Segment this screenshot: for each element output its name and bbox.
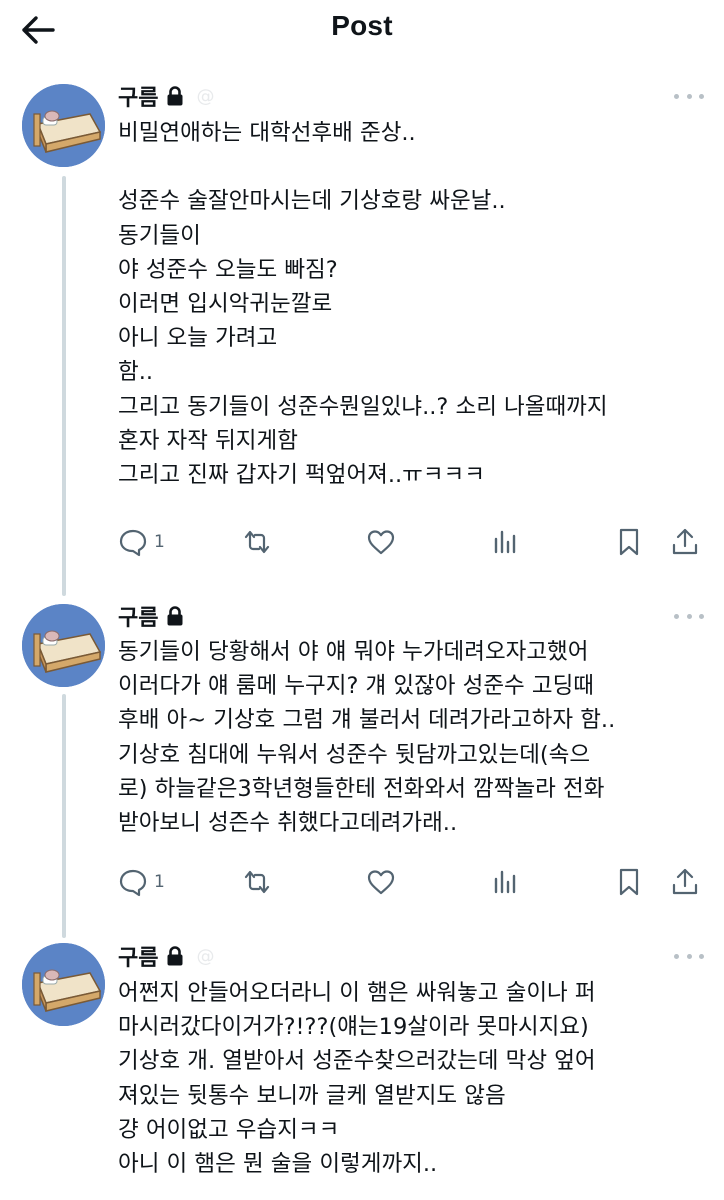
bookmark-button[interactable] <box>614 866 644 898</box>
reply-count: 1 <box>154 872 165 892</box>
bookmark-button[interactable] <box>614 526 644 558</box>
repost-icon <box>244 870 270 894</box>
bookmark-icon <box>619 868 639 896</box>
repost-icon <box>244 530 270 554</box>
bed-illustration <box>22 943 105 1026</box>
share-button[interactable] <box>670 526 700 558</box>
reply-icon <box>119 529 147 557</box>
views-icon <box>494 530 516 554</box>
share-icon <box>672 868 698 895</box>
lock-icon <box>167 86 183 106</box>
post-actions: 1 <box>118 866 708 898</box>
thread-line <box>62 694 66 938</box>
post-text: 동기들이 당황해서 야 얘 뭐야 누가데려오자고했어 이러다가 얘 룸메 누구지… <box>118 639 616 837</box>
views-icon <box>494 870 516 894</box>
like-icon <box>367 530 395 555</box>
like-button[interactable] <box>366 526 396 558</box>
post-meta: 구름 @ <box>118 940 214 972</box>
reply-button[interactable]: 1 <box>118 866 165 898</box>
author-handle[interactable]: @ <box>196 86 214 107</box>
thread-line <box>62 176 66 596</box>
avatar[interactable] <box>22 84 105 167</box>
avatar[interactable] <box>22 604 105 687</box>
reply-button[interactable]: 1 <box>118 526 165 558</box>
repost-button[interactable] <box>242 526 272 558</box>
like-icon <box>367 870 395 895</box>
post-meta: 구름 @ <box>118 80 214 112</box>
author-name[interactable]: 구름 <box>118 940 158 972</box>
bookmark-icon <box>619 528 639 556</box>
lock-icon <box>167 946 183 966</box>
author-name[interactable]: 구름 <box>118 600 158 632</box>
views-button[interactable] <box>490 866 520 898</box>
like-button[interactable] <box>366 866 396 898</box>
reply-count: 1 <box>154 532 165 552</box>
bed-illustration <box>22 84 105 167</box>
repost-button[interactable] <box>242 866 272 898</box>
post-text: 비밀연애하는 대학선후배 준상.. 성준수 술잘안마시는데 기상호랑 싸운날..… <box>118 120 608 489</box>
reply-icon <box>119 869 147 897</box>
share-icon <box>672 528 698 555</box>
top-bar: Post <box>0 0 724 60</box>
more-options-button[interactable] <box>674 86 704 106</box>
bed-illustration <box>22 604 105 687</box>
views-button[interactable] <box>490 526 520 558</box>
author-name[interactable]: 구름 <box>118 80 158 112</box>
more-options-button[interactable] <box>674 606 704 626</box>
more-options-button[interactable] <box>674 946 704 966</box>
author-handle[interactable]: @ <box>196 946 214 967</box>
post-text: 어쩐지 안들어오더라니 이 햄은 싸워놓고 술이나 퍼 마시러갔다이거가?!??… <box>118 980 596 1178</box>
share-button[interactable] <box>670 866 700 898</box>
avatar[interactable] <box>22 943 105 1026</box>
post-actions: 1 <box>118 526 708 558</box>
post-meta: 구름 <box>118 601 196 631</box>
lock-icon <box>167 606 183 626</box>
page-title: Post <box>331 10 393 41</box>
